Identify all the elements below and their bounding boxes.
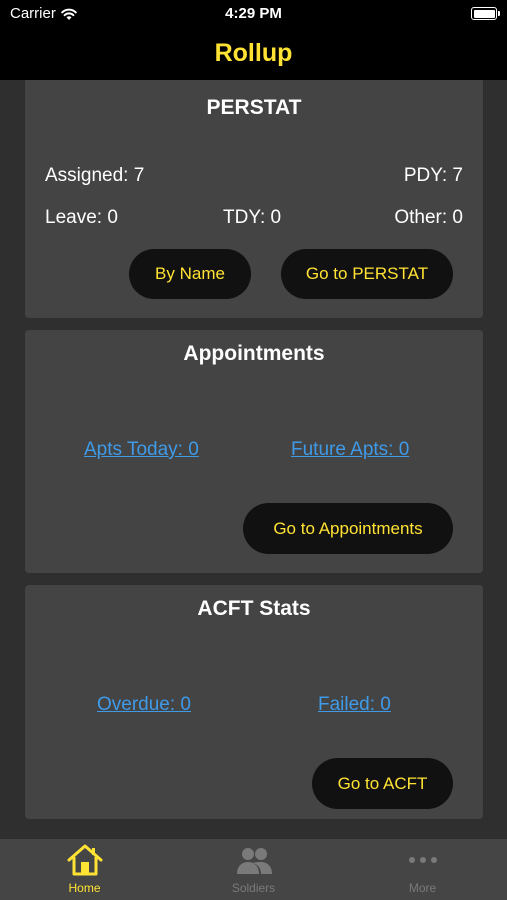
navigation-bar: Rollup [0,30,507,80]
soldiers-icon [236,848,272,874]
future-apts-link[interactable]: Future Apts: 0 [291,439,409,461]
failed-link[interactable]: Failed: 0 [318,694,391,716]
leave-count: Leave: 0 [45,207,118,228]
tdy-count: TDY: 0 [223,207,282,228]
more-icon [408,857,437,863]
go-to-acft-button[interactable]: Go to ACFT [312,758,453,809]
overdue-link[interactable]: Overdue: 0 [97,694,191,716]
perstat-title: PERSTAT [206,96,302,119]
other-count: Other: 0 [394,207,463,228]
acft-card: ACFT Stats Overdue: 0 Failed: 0 Go to AC… [25,585,483,819]
appointments-card: Appointments Apts Today: 0 Future Apts: … [25,330,483,573]
tab-soldiers-label: Soldiers [231,881,276,895]
status-bar: Carrier 4:29 PM [0,0,507,30]
tab-more-label: More [408,881,437,895]
pdy-count: PDY: 7 [403,165,463,186]
acft-title: ACFT Stats [197,597,311,620]
go-to-perstat-button[interactable]: Go to PERSTAT [281,249,453,299]
status-time: 4:29 PM [225,5,282,22]
page-title: Rollup [214,39,293,67]
tab-bar: Home Soldiers More [0,839,507,900]
tab-home-label: Home [68,881,101,895]
tab-home[interactable]: Home [0,839,169,900]
battery-icon [471,7,500,20]
home-icon [67,844,102,876]
assigned-count: Assigned: 7 [45,165,145,186]
tab-more[interactable]: More [338,839,507,900]
tab-soldiers[interactable]: Soldiers [169,839,338,900]
go-to-appointments-button[interactable]: Go to Appointments [243,503,453,554]
appointments-title: Appointments [183,342,325,365]
by-name-button[interactable]: By Name [129,249,251,299]
apts-today-link[interactable]: Apts Today: 0 [84,439,199,461]
perstat-card: PERSTAT Assigned: 7 PDY: 7 Leave: 0 TDY:… [25,80,483,318]
